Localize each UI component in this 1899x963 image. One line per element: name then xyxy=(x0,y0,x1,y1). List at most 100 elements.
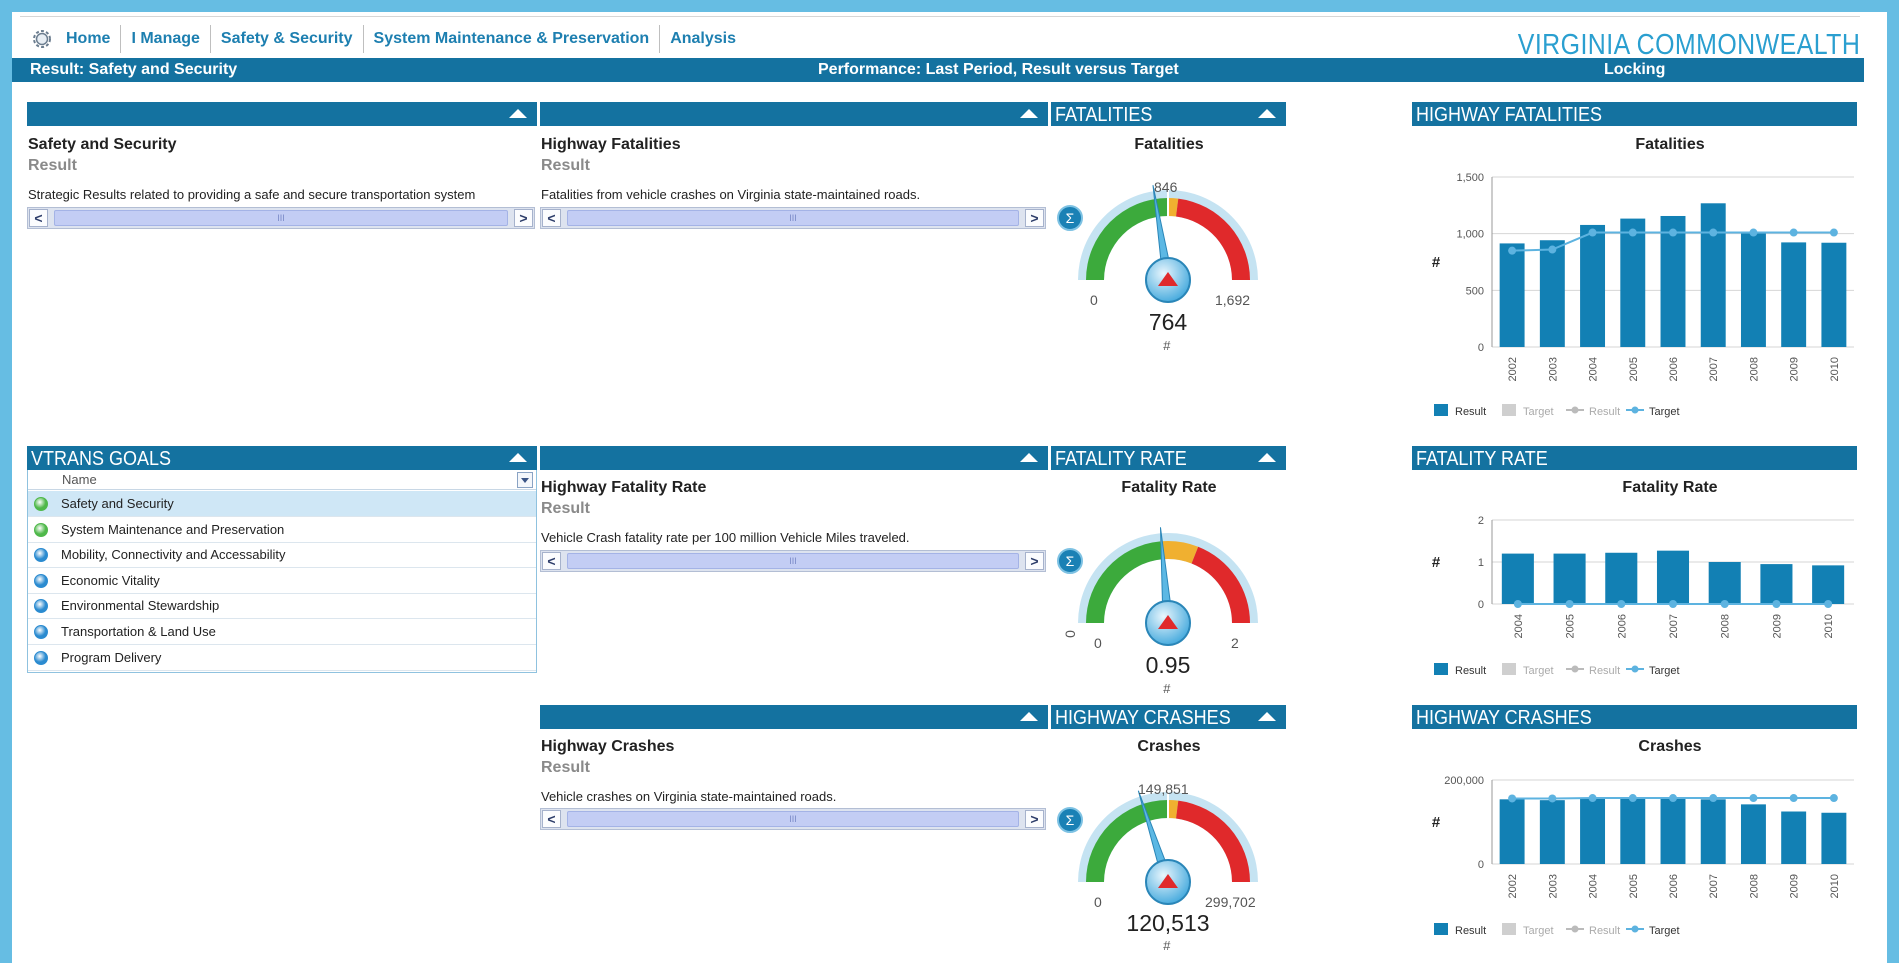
target-point[interactable] xyxy=(1669,794,1677,803)
bar[interactable] xyxy=(1499,799,1525,864)
chart-title: Crashes xyxy=(1638,738,1702,755)
result-subtitle: Result xyxy=(28,157,77,174)
bar[interactable] xyxy=(1580,798,1606,864)
goal-list-item[interactable]: Economic Vitality xyxy=(28,568,536,594)
bar[interactable] xyxy=(1553,553,1586,604)
scroll-left-icon[interactable]: < xyxy=(29,209,48,227)
horizontal-scrollbar[interactable]: < III > xyxy=(540,808,1046,830)
target-point[interactable] xyxy=(1548,245,1557,254)
target-point[interactable] xyxy=(1772,600,1781,608)
bar[interactable] xyxy=(1821,242,1847,347)
horizontal-scrollbar[interactable]: < III > xyxy=(540,207,1046,229)
goal-list-item[interactable]: Mobility, Connectivity and Accessability xyxy=(28,542,536,569)
bar[interactable] xyxy=(1708,562,1741,604)
target-point[interactable] xyxy=(1669,600,1677,608)
bar[interactable] xyxy=(1539,800,1565,864)
target-point[interactable] xyxy=(1749,228,1758,237)
bar[interactable] xyxy=(1781,811,1807,865)
goal-list-item[interactable]: System Maintenance and Preservation xyxy=(28,517,536,543)
legend-swatch xyxy=(1434,404,1448,416)
gear-icon[interactable] xyxy=(30,27,54,51)
result-panel-header-4 xyxy=(540,705,1048,729)
scroll-thumb[interactable]: III xyxy=(54,210,508,226)
goals-list: Name Safety and Security System Maintenan… xyxy=(27,470,537,673)
target-point[interactable] xyxy=(1829,228,1838,237)
bar[interactable] xyxy=(1620,798,1646,864)
target-point[interactable] xyxy=(1508,246,1517,255)
target-point[interactable] xyxy=(1789,794,1798,803)
scroll-right-icon[interactable]: > xyxy=(1025,810,1044,828)
collapse-caret-icon[interactable] xyxy=(1258,453,1276,462)
bar[interactable] xyxy=(1499,243,1525,347)
target-point[interactable] xyxy=(1513,600,1522,608)
target-point[interactable] xyxy=(1617,600,1626,608)
target-point[interactable] xyxy=(1709,794,1718,803)
target-point[interactable] xyxy=(1588,228,1597,237)
scroll-thumb[interactable]: III xyxy=(567,210,1019,226)
scroll-left-icon[interactable]: < xyxy=(542,810,561,828)
collapse-caret-icon[interactable] xyxy=(1258,712,1276,721)
bar[interactable] xyxy=(1605,552,1638,604)
bar[interactable] xyxy=(1656,550,1690,604)
bar[interactable] xyxy=(1580,224,1606,347)
collapse-caret-icon[interactable] xyxy=(1020,712,1038,721)
column-dropdown-icon[interactable] xyxy=(517,472,533,488)
target-point[interactable] xyxy=(1588,794,1597,803)
bar[interactable] xyxy=(1821,812,1847,864)
nav-i-manage[interactable]: I Manage xyxy=(120,25,209,53)
target-point[interactable] xyxy=(1565,600,1574,608)
chart-panel-header-fatalities: HIGHWAY FATALITIES xyxy=(1412,102,1857,126)
collapse-caret-icon[interactable] xyxy=(1020,453,1038,462)
target-point[interactable] xyxy=(1709,228,1718,237)
goal-list-item[interactable]: Transportation & Land Use xyxy=(28,619,536,645)
goal-list-item[interactable]: Safety and Security xyxy=(28,491,536,517)
bar[interactable] xyxy=(1781,242,1807,347)
goal-list-item[interactable]: Program Delivery xyxy=(28,645,536,671)
horizontal-scrollbar[interactable]: < III > xyxy=(27,207,535,229)
target-point[interactable] xyxy=(1789,228,1798,237)
target-point[interactable] xyxy=(1824,600,1833,608)
collapse-caret-icon[interactable] xyxy=(1258,109,1276,118)
gauge-title: Fatality Rate xyxy=(1121,479,1217,496)
legend-marker xyxy=(1631,665,1639,673)
bar[interactable] xyxy=(1539,240,1565,347)
scroll-left-icon[interactable]: < xyxy=(542,552,561,570)
bar[interactable] xyxy=(1700,799,1726,864)
info-bar: Result: Safety and Security Performance:… xyxy=(12,58,1864,82)
target-point[interactable] xyxy=(1829,794,1838,803)
scroll-right-icon[interactable]: > xyxy=(1025,209,1044,227)
target-point[interactable] xyxy=(1720,600,1729,608)
nav-system-maintenance[interactable]: System Maintenance & Preservation xyxy=(362,25,660,53)
nav-home[interactable]: Home xyxy=(62,25,120,53)
bar[interactable] xyxy=(1620,218,1646,347)
bar[interactable] xyxy=(1760,564,1793,604)
nav-safety-security[interactable]: Safety & Security xyxy=(209,25,363,53)
scroll-thumb[interactable]: III xyxy=(567,553,1019,569)
y-axis-label: # xyxy=(1432,254,1441,271)
goal-list-item[interactable]: Environmental Stewardship xyxy=(28,593,536,620)
target-point[interactable] xyxy=(1508,794,1517,803)
bar[interactable] xyxy=(1740,804,1766,864)
target-point[interactable] xyxy=(1628,794,1637,803)
bar[interactable] xyxy=(1740,233,1766,347)
scroll-left-icon[interactable]: < xyxy=(542,209,561,227)
legend-marker xyxy=(1571,925,1579,933)
bar[interactable] xyxy=(1700,203,1726,347)
bar[interactable] xyxy=(1812,565,1845,604)
scroll-right-icon[interactable]: > xyxy=(1025,552,1044,570)
nav-analysis[interactable]: Analysis xyxy=(659,25,746,53)
info-locking-label[interactable]: Locking xyxy=(1604,58,1665,82)
collapse-caret-icon[interactable] xyxy=(509,453,527,462)
legend-label: Result xyxy=(1589,665,1620,677)
collapse-caret-icon[interactable] xyxy=(509,109,527,118)
target-point[interactable] xyxy=(1669,228,1677,237)
bar[interactable] xyxy=(1501,553,1534,604)
bar[interactable] xyxy=(1660,798,1686,864)
collapse-caret-icon[interactable] xyxy=(1020,109,1038,118)
scroll-thumb[interactable]: III xyxy=(567,811,1019,827)
target-point[interactable] xyxy=(1548,794,1557,803)
horizontal-scrollbar[interactable]: < III > xyxy=(540,550,1046,572)
scroll-right-icon[interactable]: > xyxy=(514,209,533,227)
target-point[interactable] xyxy=(1628,228,1637,237)
target-point[interactable] xyxy=(1749,794,1758,803)
